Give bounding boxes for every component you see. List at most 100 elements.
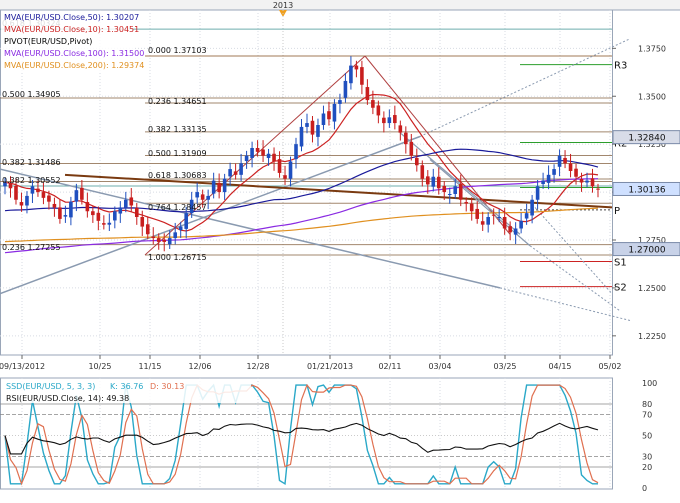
candle-body [178, 226, 183, 231]
candle-body [469, 203, 474, 212]
candle-body [508, 226, 512, 233]
osc-y-tick-label: 30 [642, 453, 652, 462]
candle-body [502, 217, 507, 229]
forex-chart: 20131.37501.35001.32501.30001.27501.2500… [0, 0, 680, 499]
candle-body [404, 132, 408, 145]
candle-body [596, 188, 600, 190]
x-tick-label: 12/06 [188, 362, 211, 371]
candle-body [327, 111, 331, 120]
candle-body [85, 202, 90, 212]
candle-body [239, 163, 243, 175]
candle-body [222, 178, 227, 193]
candle-body [519, 220, 523, 229]
top-timebar [0, 0, 680, 10]
candle-body [442, 185, 447, 193]
candle-body [184, 213, 188, 229]
osc-y-tick-label: 20 [642, 463, 652, 472]
fib-label: 0.500 1.31909 [148, 149, 207, 158]
candle-body [288, 161, 293, 179]
candle-body [398, 125, 403, 133]
candle-body [195, 192, 199, 198]
x-tick-label: 12/28 [246, 362, 269, 371]
candle-body [338, 100, 342, 104]
candle-body [316, 125, 320, 137]
candle-body [513, 228, 518, 235]
candle-body [211, 180, 216, 194]
candle-body [91, 211, 95, 216]
candle-body [365, 87, 370, 101]
candle-body [283, 175, 287, 179]
x-tick-label: 04/15 [548, 362, 571, 371]
candle-body [266, 153, 271, 158]
candle-body [535, 186, 540, 200]
candle-body [272, 153, 276, 162]
candle-body [305, 123, 309, 127]
pivot-label-r3: R3 [614, 61, 627, 72]
legend-layer: MVA(EUR/USD.Close,50): 1.30207 MVA(EUR/US… [1, 11, 144, 71]
price-label-text: 1.27000 [628, 246, 665, 256]
fib-label: 0.236 1.34651 [148, 97, 207, 106]
candle-body [436, 176, 441, 189]
candle-body [563, 157, 567, 164]
candle-body [58, 207, 62, 219]
y-tick-label: 1.2500 [638, 284, 666, 293]
x-tick-label: 02/11 [378, 362, 401, 371]
ssd-d-value: D: 30.13 [150, 382, 184, 391]
candle-body [321, 113, 326, 125]
x-tick-label: 10/25 [88, 362, 111, 371]
candle-body [151, 236, 156, 239]
candle-body [162, 239, 167, 242]
fib-label: 0.382 1.31486 [2, 158, 61, 167]
candle-body [25, 195, 29, 206]
candle-body [113, 211, 117, 221]
osc-y-tick-label: 80 [642, 400, 652, 409]
candle-body [458, 184, 463, 200]
candle-body [244, 155, 249, 162]
chart-canvas: 20131.37501.35001.32501.30001.27501.2500… [0, 0, 680, 499]
candle-body [140, 217, 145, 227]
candle-body [371, 100, 375, 108]
candle-body [69, 201, 73, 218]
candle-body [107, 222, 112, 225]
candle-body [129, 197, 134, 206]
rsi-legend-label: RSI(EUR/USD.Close, 14): 49.38 [6, 394, 129, 403]
candle-body [167, 238, 172, 245]
fib-label: 1.000 1.26715 [148, 253, 207, 262]
fib-label: 0.382 1.30552 [2, 176, 61, 185]
candle-body [590, 178, 595, 187]
candle-body [118, 207, 123, 214]
candle-body [349, 65, 353, 84]
candle-body [552, 169, 556, 175]
candle-body [96, 212, 101, 221]
y-tick-label: 1.3750 [638, 44, 666, 53]
y-tick-label: 1.2250 [638, 332, 666, 341]
legend-entry: MVA(EUR/USD.Close,200): 1.29374 [4, 61, 144, 70]
fib-label: 0.618 1.30683 [148, 171, 207, 180]
x-tick-label: 09/13/2012 [0, 362, 45, 371]
candle-body [47, 195, 51, 202]
x-tick-label: 05/02 [598, 362, 621, 371]
pivot-label-s2: S2 [614, 283, 627, 294]
candle-body [585, 180, 589, 183]
candle-body [74, 190, 79, 202]
candle-body [447, 194, 452, 195]
x-tick-label: 11/15 [138, 362, 161, 371]
candle-body [360, 67, 364, 85]
candle-body [464, 202, 469, 204]
candle-body [19, 202, 24, 206]
x-tick-label: 01/21/2013 [307, 362, 353, 371]
candle-body [530, 199, 534, 216]
candle-body [574, 168, 578, 177]
candle-body [36, 188, 40, 193]
candle-body [491, 214, 496, 216]
candle-body [425, 176, 430, 185]
candle-body [217, 182, 221, 193]
candle-body [134, 207, 139, 217]
legend-entry: MVA(EUR/USD.Close,10): 1.30451 [4, 25, 139, 34]
candle-body [294, 144, 298, 160]
candle-body [332, 103, 337, 122]
candle-body [123, 199, 128, 208]
candle-body [299, 126, 304, 147]
pivot-label-s1: S1 [614, 257, 627, 268]
candle-body [568, 163, 573, 171]
